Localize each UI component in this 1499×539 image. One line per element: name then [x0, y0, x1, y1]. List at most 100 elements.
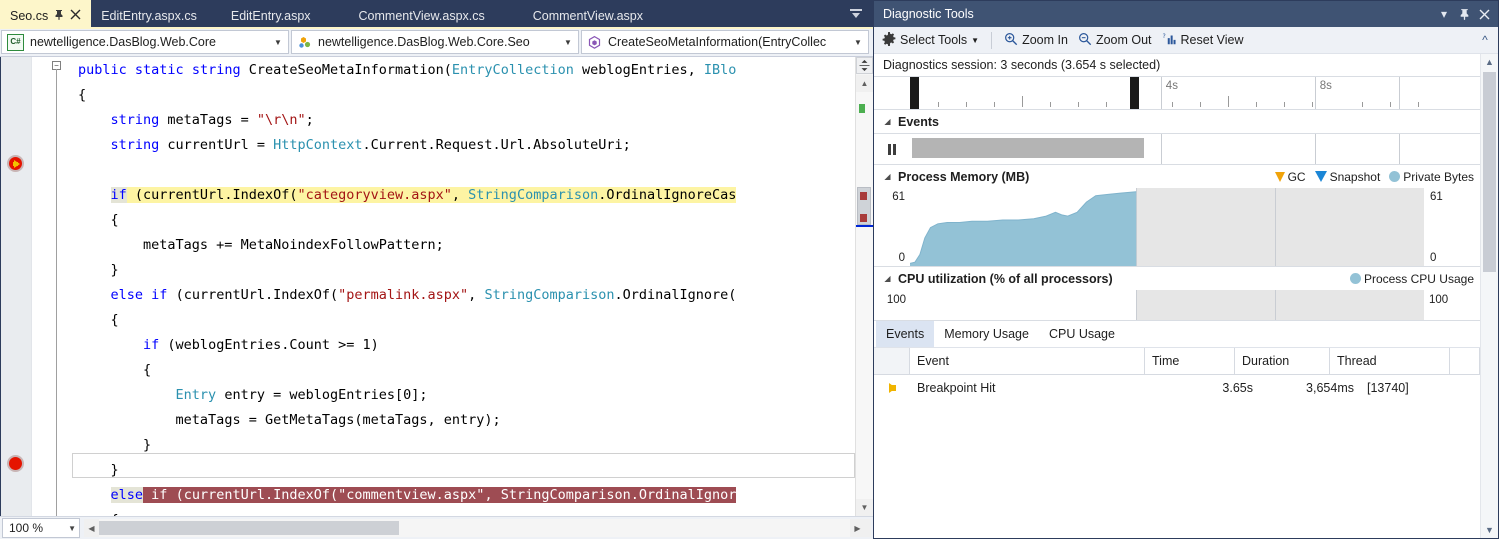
triangle-expanded-icon[interactable]: ◢ — [881, 172, 894, 181]
column-header-time[interactable]: Time — [1145, 348, 1235, 374]
timeline-tick-4s: 4s — [1165, 80, 1178, 92]
column-header-thread[interactable]: Thread — [1330, 348, 1450, 374]
code-line[interactable]: else if (currentUrl.IndexOf("commentview… — [72, 483, 737, 508]
row-event: Breakpoint Hit — [917, 380, 996, 395]
cpu-section-header[interactable]: ◢ CPU utilization (% of all processors) … — [874, 267, 1480, 290]
code-line[interactable]: Entry entry = weblogEntries[0]; — [72, 383, 736, 408]
row-thread: [13740] — [1367, 380, 1409, 395]
scrollbar-thumb[interactable] — [1483, 72, 1496, 272]
navbar-class-dropdown[interactable]: newtelligence.DasBlog.Web.Core.Seo ▼ — [291, 30, 579, 54]
code-line[interactable]: { — [72, 308, 736, 333]
diagnostics-timeline-ruler[interactable]: 4s 8s — [874, 76, 1480, 110]
scroll-left-button[interactable]: ◀ — [84, 519, 99, 537]
scroll-down-button[interactable]: ▼ — [856, 499, 873, 516]
split-view-button[interactable] — [856, 57, 873, 74]
breakpoint-gutter[interactable] — [1, 57, 32, 516]
navbar-member-dropdown[interactable]: CreateSeoMetaInformation(EntryCollec ▼ — [581, 30, 869, 54]
timeline-selection-start-handle[interactable] — [910, 77, 919, 109]
editor-tab-editentry-aspx[interactable]: EditEntry.aspx — [207, 2, 335, 29]
memory-graph-lane[interactable]: 61 0 61 0 — [874, 188, 1480, 267]
code-line[interactable]: string currentUrl = HttpContext.Current.… — [72, 133, 736, 158]
events-lane[interactable] — [874, 133, 1480, 165]
editor-tab-commentview-aspx[interactable]: CommentView.aspx — [509, 2, 667, 29]
code-line[interactable]: } — [72, 258, 736, 283]
code-line[interactable]: metaTags = GetMetaTags(metaTags, entry); — [72, 408, 736, 433]
code-line[interactable]: metaTags += MetaNoindexFollowPattern; — [72, 233, 736, 258]
select-tools-button[interactable]: Select Tools ▼ — [882, 31, 979, 49]
events-section-header[interactable]: ◢ Events — [874, 110, 1480, 133]
scroll-up-button[interactable]: ▲ — [1481, 54, 1498, 70]
tab-events[interactable]: Events — [876, 321, 935, 347]
column-header-event[interactable]: Event — [910, 348, 1145, 374]
editor-tab-label: CommentView.aspx — [532, 8, 643, 23]
code-line[interactable]: else if (currentUrl.IndexOf("permalink.a… — [72, 283, 737, 308]
code-line[interactable]: { — [72, 508, 736, 516]
close-icon[interactable] — [70, 9, 81, 22]
chevron-down-icon[interactable]: ▼ — [562, 38, 574, 47]
reset-view-button[interactable]: ? Reset View — [1162, 32, 1244, 49]
pause-icon[interactable] — [874, 134, 910, 164]
code-line[interactable]: { — [72, 208, 736, 233]
tab-cpu-usage[interactable]: CPU Usage — [1039, 321, 1125, 347]
code-line[interactable]: { — [72, 358, 736, 383]
column-header-duration[interactable]: Duration — [1235, 348, 1330, 374]
window-dropdown-icon[interactable]: ▾ — [1434, 4, 1454, 24]
zoom-in-icon — [1004, 32, 1018, 49]
code-folding-gutter[interactable]: − — [32, 57, 72, 516]
triangle-expanded-icon[interactable]: ◢ — [881, 117, 894, 126]
chevron-down-icon[interactable]: ▼ — [68, 524, 76, 533]
pin-icon[interactable] — [54, 9, 64, 23]
close-icon[interactable] — [1474, 4, 1494, 24]
editor-tab-seo-cs[interactable]: Seo.cs — [0, 0, 92, 29]
code-line[interactable]: public static string CreateSeoMetaInform… — [72, 58, 736, 83]
memory-section-header[interactable]: ◢ Process Memory (MB) GC Snapshot Privat… — [874, 165, 1480, 188]
code-line[interactable]: } — [72, 458, 736, 483]
triangle-expanded-icon[interactable]: ◢ — [881, 274, 894, 283]
scroll-right-button[interactable]: ▶ — [850, 519, 865, 537]
tab-memory-usage-label: Memory Usage — [944, 327, 1029, 341]
editor-vertical-scrollbar[interactable]: ▲ ▼ — [855, 57, 873, 516]
source-code[interactable]: public static string CreateSeoMetaInform… — [72, 57, 737, 516]
zoom-in-button[interactable]: Zoom In — [1004, 32, 1068, 49]
code-line[interactable]: } — [72, 433, 736, 458]
code-text-area[interactable]: public static string CreateSeoMetaInform… — [72, 57, 855, 516]
tab-memory-usage[interactable]: Memory Usage — [934, 321, 1039, 347]
diagnostics-vertical-scrollbar[interactable]: ▲ ▼ — [1480, 54, 1498, 538]
editor-tab-editentry-aspx-cs[interactable]: EditEntry.aspx.cs — [91, 2, 207, 29]
zoom-in-label: Zoom In — [1022, 33, 1068, 47]
cpu-axis-left: 100 — [874, 290, 910, 320]
editor-tab-label: Seo.cs — [10, 8, 49, 23]
code-line[interactable]: if (weblogEntries.Count >= 1) — [72, 333, 736, 358]
code-line[interactable] — [72, 158, 736, 183]
snapshot-marker-icon — [1314, 171, 1327, 182]
zoom-out-button[interactable]: Zoom Out — [1078, 32, 1152, 49]
cpu-axis-max: 100 — [886, 294, 906, 306]
navbar-project-dropdown[interactable]: C# newtelligence.DasBlog.Web.Core ▼ — [1, 30, 289, 54]
events-activity-bar — [912, 138, 1144, 158]
breakpoint-icon[interactable] — [7, 455, 24, 472]
chevron-down-icon[interactable]: ▼ — [272, 38, 284, 47]
pin-icon[interactable] — [1454, 4, 1474, 24]
code-line[interactable]: { — [72, 83, 736, 108]
hscrollbar-thumb[interactable] — [99, 521, 400, 535]
hscrollbar-track[interactable] — [99, 519, 850, 537]
cpu-graph-lane[interactable]: 100 100 — [874, 290, 1480, 321]
scroll-up-button[interactable]: ▲ — [856, 75, 873, 92]
chevron-up-icon[interactable]: ^ — [1476, 30, 1494, 50]
code-line[interactable]: string metaTags = "\r\n"; — [72, 108, 736, 133]
timeline-selection-end-handle[interactable] — [1130, 77, 1139, 109]
scroll-down-button[interactable]: ▼ — [1481, 522, 1498, 538]
scrollbar-track[interactable] — [856, 92, 873, 499]
editor-tab-label: EditEntry.aspx — [230, 8, 311, 23]
zoom-level-dropdown[interactable]: 100 % ▼ — [2, 518, 80, 538]
table-row[interactable]: Breakpoint Hit 3.65s 3,654ms [13740] — [874, 375, 1480, 400]
column-header-icon[interactable] — [874, 348, 910, 374]
chevron-down-overflow-icon[interactable] — [845, 4, 867, 24]
class-icon — [297, 35, 312, 50]
breakpoint-current-statement-icon[interactable] — [7, 155, 24, 172]
chevron-down-icon[interactable]: ▼ — [971, 36, 979, 45]
chevron-down-icon[interactable]: ▼ — [852, 38, 864, 47]
code-line[interactable]: if (currentUrl.IndexOf("categoryview.asp… — [72, 183, 737, 208]
editor-tab-commentview-aspx-cs[interactable]: CommentView.aspx.cs — [335, 2, 509, 29]
editor-horizontal-scrollbar[interactable]: ◀ ▶ — [84, 519, 871, 537]
